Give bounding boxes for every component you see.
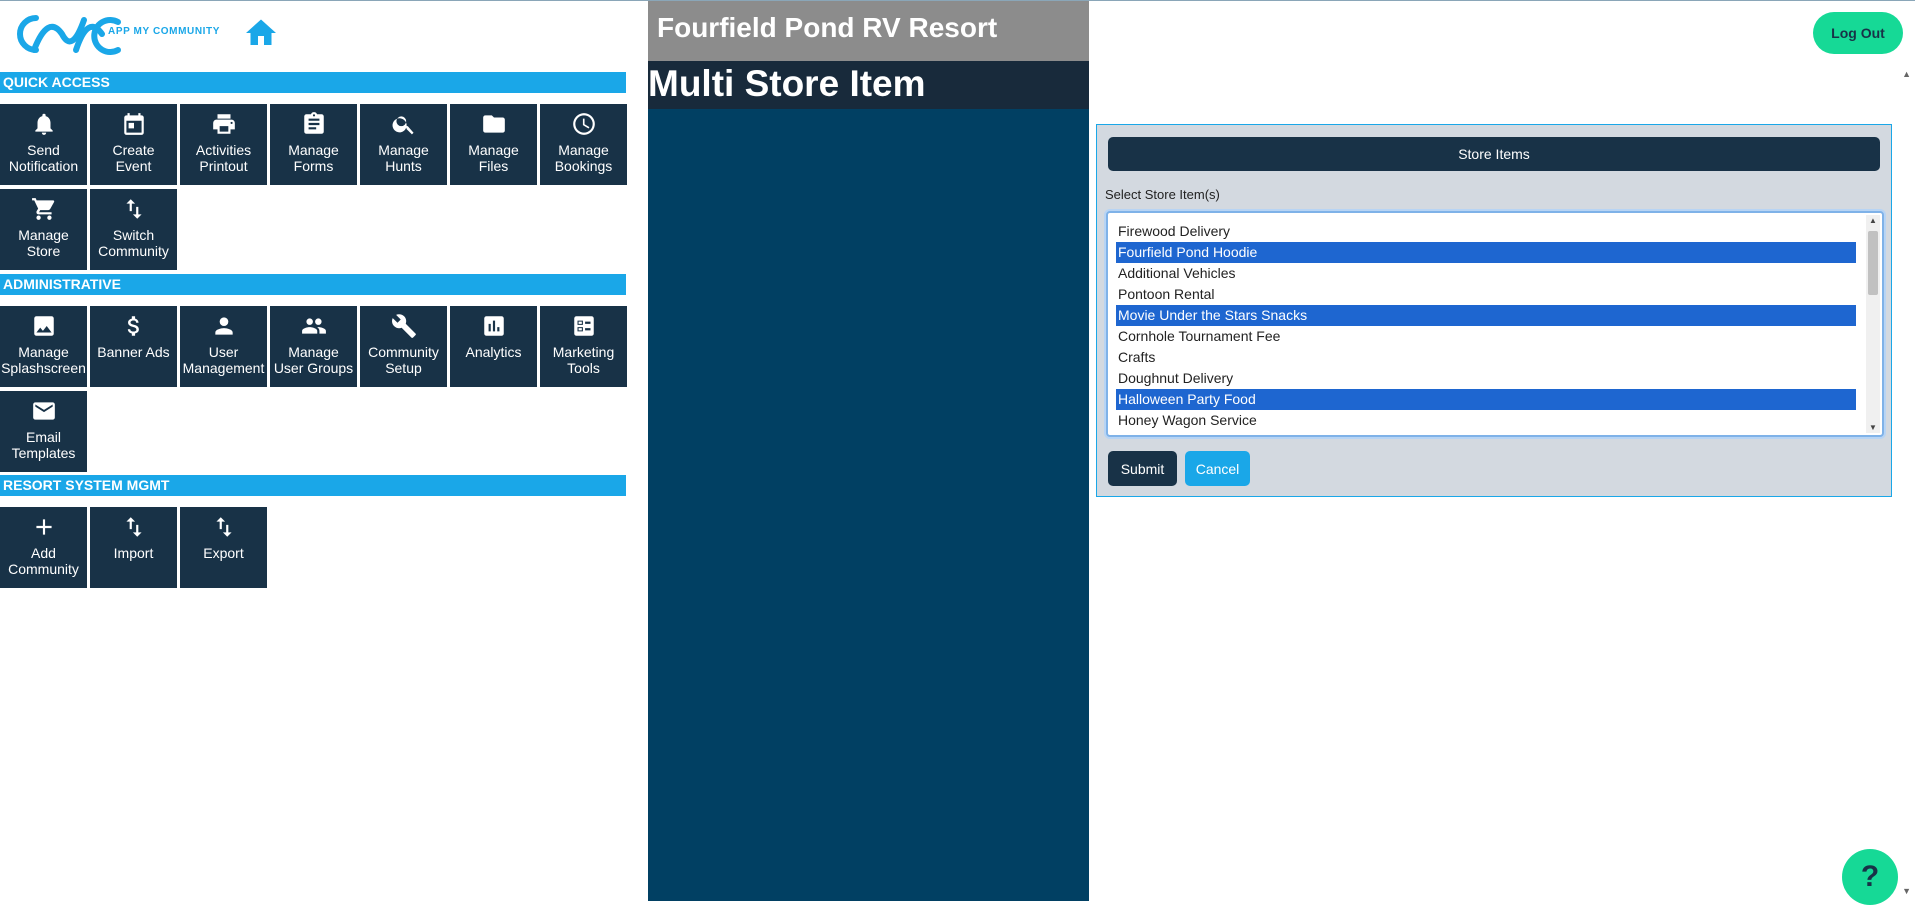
home-icon xyxy=(246,19,276,45)
tile-manage-bookings[interactable]: Manage Bookings xyxy=(540,104,627,185)
tile-label: Switch Community xyxy=(98,227,169,259)
preview-panel: Fourfield Pond RV Resort Multi Store Ite… xyxy=(648,1,1089,901)
section-resort-system-mgmt: RESORT SYSTEM MGMT xyxy=(0,475,626,496)
tile-label: Import xyxy=(113,545,154,561)
plus-icon xyxy=(30,513,58,541)
help-icon: ? xyxy=(1860,860,1880,893)
store-item-option[interactable]: Additional Vehicles xyxy=(1116,263,1856,284)
cart-icon xyxy=(30,195,58,223)
wrench-icon xyxy=(390,312,418,340)
tile-manage-user-groups[interactable]: Manage User Groups xyxy=(270,306,357,387)
submit-button[interactable]: Submit xyxy=(1108,451,1177,486)
store-item-option[interactable]: Movie Under the Stars Snacks xyxy=(1116,305,1856,326)
dollar-icon xyxy=(120,312,148,340)
tile-user-management[interactable]: User Management xyxy=(180,306,267,387)
swap-icon xyxy=(120,195,148,223)
cancel-button[interactable]: Cancel xyxy=(1185,451,1250,486)
tile-email-templates[interactable]: Email Templates xyxy=(0,391,87,472)
tile-marketing-tools[interactable]: Marketing Tools xyxy=(540,306,627,387)
tile-label: Manage Bookings xyxy=(554,142,613,174)
scrollbar-thumb[interactable] xyxy=(1868,231,1878,295)
tile-analytics[interactable]: Analytics xyxy=(450,306,537,387)
tile-create-event[interactable]: Create Event xyxy=(90,104,177,185)
tile-manage-forms[interactable]: Manage Forms xyxy=(270,104,357,185)
store-item-option[interactable]: Pontoon Rental xyxy=(1116,284,1856,305)
left-panel: APP MY COMMUNITY QUICK ACCESS Send Notif… xyxy=(0,1,627,919)
listbox-scrollbar[interactable]: ▲ ▼ xyxy=(1866,215,1880,433)
section-administrative: ADMINISTRATIVE xyxy=(0,274,626,295)
tile-label: Manage Hunts xyxy=(378,142,429,174)
resort-name: Fourfield Pond RV Resort xyxy=(648,1,1089,61)
tile-label: Manage Store xyxy=(18,227,69,259)
logout-button[interactable]: Log Out xyxy=(1813,12,1903,54)
tile-label: User Management xyxy=(182,344,265,376)
bell-icon xyxy=(30,110,58,138)
tile-label: Manage User Groups xyxy=(273,344,354,376)
export-icon xyxy=(210,513,238,541)
tile-community-setup[interactable]: Community Setup xyxy=(360,306,447,387)
tile-activities-printout[interactable]: Activities Printout xyxy=(180,104,267,185)
tile-export[interactable]: Export xyxy=(180,507,267,588)
chart-icon xyxy=(480,312,508,340)
tile-manage-store[interactable]: Manage Store xyxy=(0,189,87,270)
store-items-form: Store Items Select Store Item(s) Firewoo… xyxy=(1096,124,1892,497)
tile-label: Export xyxy=(203,545,244,561)
tile-label: Create Event xyxy=(112,142,155,174)
tile-label: Marketing Tools xyxy=(552,344,615,376)
clock-icon xyxy=(570,110,598,138)
page-scroll-down-icon[interactable]: ▼ xyxy=(1902,886,1911,896)
users-icon xyxy=(300,312,328,340)
section-quick-access: QUICK ACCESS xyxy=(0,72,626,93)
tile-add-community[interactable]: Add Community xyxy=(0,507,87,588)
select-store-items-label: Select Store Item(s) xyxy=(1105,187,1220,202)
scroll-down-icon[interactable]: ▼ xyxy=(1869,423,1877,432)
logo[interactable]: APP MY COMMUNITY xyxy=(10,9,219,59)
mail-icon xyxy=(30,397,58,425)
tile-manage-hunts[interactable]: Manage Hunts xyxy=(360,104,447,185)
checklist-icon xyxy=(570,312,598,340)
store-item-option[interactable]: Cornhole Tournament Fee xyxy=(1116,326,1856,347)
tile-label: Add Community xyxy=(8,545,79,577)
clipboard-icon xyxy=(300,110,328,138)
tile-label: Manage Splashscreen xyxy=(1,344,86,376)
import-icon xyxy=(120,513,148,541)
tile-label: Email Templates xyxy=(11,429,76,461)
tile-banner-ads[interactable]: Banner Ads xyxy=(90,306,177,387)
page-title: Multi Store Item xyxy=(648,61,1089,109)
image-icon xyxy=(30,312,58,340)
user-icon xyxy=(210,312,238,340)
store-items-list: Firewood Delivery Fourfield Pond Hoodie Ad… xyxy=(1116,221,1856,431)
tile-label: Activities Printout xyxy=(195,142,252,174)
printer-icon xyxy=(210,110,238,138)
page-scroll-up-icon[interactable]: ▲ xyxy=(1902,69,1911,79)
tile-label: Community Setup xyxy=(368,344,439,376)
tile-label: Manage Files xyxy=(468,142,519,174)
folder-icon xyxy=(480,110,508,138)
store-items-listbox[interactable]: Firewood Delivery Fourfield Pond Hoodie Ad… xyxy=(1106,211,1884,437)
store-item-option[interactable]: Crafts xyxy=(1116,347,1856,368)
help-button[interactable]: ? xyxy=(1842,849,1898,905)
tile-label: Manage Forms xyxy=(288,142,339,174)
search-icon xyxy=(390,110,418,138)
tile-manage-splashscreen[interactable]: Manage Splashscreen xyxy=(0,306,87,387)
scroll-up-icon[interactable]: ▲ xyxy=(1869,216,1877,225)
tile-manage-files[interactable]: Manage Files xyxy=(450,104,537,185)
tile-send-notification[interactable]: Send Notification xyxy=(0,104,87,185)
tile-label: Banner Ads xyxy=(97,344,170,360)
store-item-option[interactable]: Honey Wagon Service xyxy=(1116,410,1856,431)
home-button[interactable] xyxy=(242,15,280,51)
tile-label: Analytics xyxy=(465,344,522,360)
tile-label: Send Notification xyxy=(8,142,79,174)
store-item-option[interactable]: Doughnut Delivery xyxy=(1116,368,1856,389)
logo-text: APP MY COMMUNITY xyxy=(108,26,221,37)
form-header: Store Items xyxy=(1108,137,1880,171)
tile-import[interactable]: Import xyxy=(90,507,177,588)
store-item-option[interactable]: Firewood Delivery xyxy=(1116,221,1856,242)
tile-switch-community[interactable]: Switch Community xyxy=(90,189,177,270)
store-item-option[interactable]: Halloween Party Food xyxy=(1116,389,1856,410)
calendar-icon xyxy=(120,110,148,138)
store-item-option[interactable]: Fourfield Pond Hoodie xyxy=(1116,242,1856,263)
